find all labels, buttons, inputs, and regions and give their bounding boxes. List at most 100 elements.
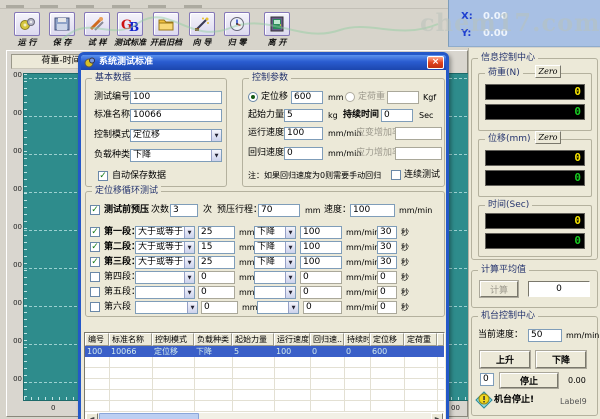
close-icon[interactable]: × — [427, 56, 444, 69]
preload-checkbox[interactable] — [90, 205, 100, 215]
segment-3-value-input[interactable]: 25 — [198, 256, 235, 269]
strain-rate-input[interactable] — [395, 127, 442, 140]
calculate-button[interactable]: 计算 — [480, 281, 518, 297]
position-radio[interactable] — [248, 92, 258, 102]
segment-4-time-input[interactable]: 0 — [377, 271, 397, 284]
segment-3-speed-input[interactable]: 100 — [300, 256, 342, 269]
segment-6-checkbox[interactable] — [90, 302, 100, 312]
segment-1-time-input[interactable]: 30 — [377, 226, 397, 239]
open-file-button[interactable] — [153, 12, 179, 36]
std-name-input[interactable]: 10066 — [130, 109, 222, 122]
segment-5-condition-select[interactable]: ▼ — [135, 286, 195, 299]
chevron-down-icon[interactable]: ▼ — [211, 129, 222, 142]
segment-4-condition-select[interactable]: ▼ — [135, 271, 195, 284]
autosave-checkbox[interactable] — [98, 171, 108, 181]
current-speed-input[interactable]: 50 — [528, 329, 562, 342]
segment-6-condition-select[interactable]: ▼ — [135, 301, 198, 314]
counter-input[interactable]: 0 — [480, 373, 494, 386]
force-value-input[interactable] — [387, 91, 419, 104]
table-row[interactable]: 100 10066 定位移 下降 5 100 0 0 600 — [85, 346, 444, 357]
run-button[interactable] — [14, 12, 40, 36]
return-speed-label: 回归速度 — [248, 147, 284, 160]
segment-6-speed-input[interactable]: 0 — [303, 301, 342, 314]
scroll-left-icon[interactable]: ◄ — [86, 413, 98, 419]
segment-5-time-input[interactable]: 0 — [377, 286, 397, 299]
segment-6-direction-select[interactable]: ▼ — [257, 301, 299, 314]
save-button[interactable] — [49, 12, 75, 36]
segment-1-direction-select[interactable]: 下降▼ — [254, 226, 296, 239]
stress-rate-input[interactable] — [395, 147, 442, 160]
preload-count-input[interactable]: 3 — [170, 204, 198, 217]
exit-button[interactable] — [264, 12, 290, 36]
std-name-label: 标准名称 — [94, 109, 130, 122]
up-button[interactable]: 上升 — [480, 351, 530, 368]
scrollbar-thumb[interactable] — [99, 413, 199, 419]
segment-2-checkbox[interactable] — [90, 242, 100, 252]
segment-6-time-input[interactable]: 0 — [377, 301, 397, 314]
segment-5-value-input[interactable]: 0 — [198, 286, 235, 299]
segment-4-direction-select[interactable]: ▼ — [254, 271, 296, 284]
scroll-right-icon[interactable]: ► — [431, 413, 443, 419]
segment-1-speed-input[interactable]: 100 — [300, 226, 342, 239]
start-force-input[interactable]: 5 — [284, 109, 323, 122]
load-zero-button[interactable]: Zero — [535, 65, 561, 78]
preload-speed-unit: mm/min — [399, 204, 432, 217]
displacement-zero-button[interactable]: Zero — [535, 131, 561, 144]
segment-2-condition-select[interactable]: 大于或等于▼ — [135, 241, 195, 254]
average-title: 计算平均值 — [478, 265, 529, 275]
segment-3-time-input[interactable]: 30 — [377, 256, 397, 269]
segment-2-direction-select[interactable]: 下降▼ — [254, 241, 296, 254]
y-axis-tick: 00 — [9, 71, 22, 79]
segment-5-checkbox[interactable] — [90, 287, 100, 297]
ctrl-mode-select[interactable]: 定位移▼ — [130, 129, 222, 142]
zero-icon — [228, 16, 246, 32]
segment-6-value-input[interactable]: 0 — [201, 301, 238, 314]
wizard-button[interactable] — [189, 12, 215, 36]
displacement-display-secondary: 0 — [485, 170, 585, 186]
preload-count-unit: 次 — [203, 204, 212, 217]
segment-1-checkbox[interactable] — [90, 227, 100, 237]
clipped-menu-bar — [0, 0, 448, 9]
info-control-center-title: 信息控制中心 — [478, 53, 538, 63]
segment-2-time-input[interactable]: 30 — [377, 241, 397, 254]
segment-3-checkbox[interactable] — [90, 257, 100, 267]
test-standard-button[interactable]: GB — [117, 12, 143, 36]
exit-icon — [268, 16, 286, 32]
load-kind-select[interactable]: 下降▼ — [130, 149, 222, 162]
segment-2-value-input[interactable]: 15 — [198, 241, 235, 254]
current-speed-label: 当前速度： — [478, 329, 523, 342]
stop-button[interactable]: 停止 — [500, 373, 558, 388]
hold-time-input[interactable]: 0 — [381, 109, 413, 122]
segment-5-direction-select[interactable]: ▼ — [254, 286, 296, 299]
position-unit: mm — [328, 91, 344, 104]
segment-1-condition-select[interactable]: 大于或等于▼ — [135, 226, 195, 239]
specimen-button[interactable] — [84, 12, 110, 36]
exit-label: 离 开 — [259, 37, 295, 48]
dialog-titlebar[interactable]: 系统测试标准 × — [81, 55, 446, 70]
segment-2-speed-input[interactable]: 100 — [300, 241, 342, 254]
continuous-test-checkbox[interactable] — [391, 170, 401, 180]
dialog-body: 基本数据 测试编号 100 标准名称 10066 控制模式 定位移▼ 负载种类 … — [81, 70, 446, 419]
average-value: 0 — [528, 281, 590, 297]
toolbar: 运 行 保 存 试 样 GB 测试标准 开启旧档 向 导 归 零 — [0, 10, 448, 48]
basic-data-group: 基本数据 测试编号 100 标准名称 10066 控制模式 定位移▼ 负载种类 … — [85, 78, 227, 187]
position-value-input[interactable]: 600 — [291, 91, 323, 104]
segment-3-direction-select[interactable]: 下降▼ — [254, 256, 296, 269]
segment-4-checkbox[interactable] — [90, 272, 100, 282]
table-horizontal-scrollbar[interactable]: ◄ ► — [86, 413, 443, 419]
down-button[interactable]: 下降 — [536, 351, 586, 368]
segment-4-speed-input[interactable]: 0 — [300, 271, 342, 284]
preload-stroke-input[interactable]: 70 — [258, 204, 300, 217]
run-speed-input[interactable]: 100 — [284, 127, 323, 140]
zero-button[interactable] — [224, 12, 250, 36]
chevron-down-icon[interactable]: ▼ — [211, 149, 222, 162]
segment-1-value-input[interactable]: 25 — [198, 226, 235, 239]
force-radio[interactable] — [345, 92, 355, 102]
preload-speed-input[interactable]: 100 — [350, 204, 395, 217]
segment-5-speed-input[interactable]: 0 — [300, 286, 342, 299]
segment-4-value-input[interactable]: 0 — [198, 271, 235, 284]
return-speed-input[interactable]: 0 — [284, 147, 323, 160]
test-no-input[interactable]: 100 — [130, 91, 222, 104]
segment-3-condition-select[interactable]: 大于或等于▼ — [135, 256, 195, 269]
label9-text: Label9 — [560, 395, 587, 408]
